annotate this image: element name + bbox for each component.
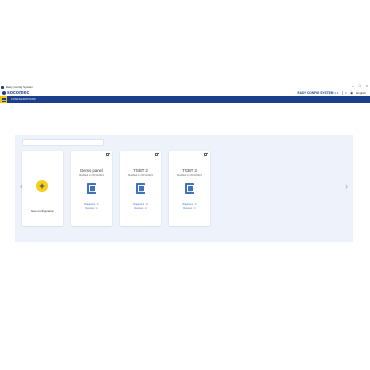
socomec-logo-icon xyxy=(2,91,6,95)
hamburger-icon[interactable] xyxy=(0,96,7,103)
nav-bar: CONFIGURATIONS xyxy=(0,96,370,103)
document-icon xyxy=(87,183,96,194)
trash-icon[interactable] xyxy=(154,152,159,157)
new-configuration-card[interactable]: + New Configuration xyxy=(22,151,63,226)
configuration-date: Modified on 05/11/2021 xyxy=(177,174,202,177)
product-name: EASY CONFIG SYSTEM xyxy=(297,91,334,95)
configuration-name: Demo panel xyxy=(80,168,103,173)
configuration-card[interactable]: Demo panel Modified on 05/11/2021 Diagra… xyxy=(71,151,112,226)
app-window: Easy Config System – □ × socomec EASY CO… xyxy=(0,84,370,286)
search-input[interactable] xyxy=(22,139,104,146)
configuration-date: Modified on 05/11/2021 xyxy=(79,174,104,177)
trash-icon[interactable] xyxy=(105,152,110,157)
chevron-right-icon[interactable]: › xyxy=(345,182,348,191)
configurations-panel: ‹ › + New Configuration Demo panel Modif… xyxy=(15,135,353,242)
minimize-icon[interactable]: – xyxy=(352,84,354,89)
configuration-date: Modified on 05/11/2021 xyxy=(128,174,153,177)
window-controls: – □ × xyxy=(352,84,368,89)
globe-icon[interactable]: ◉ xyxy=(350,91,353,96)
configuration-name: TGBT 2 xyxy=(133,168,148,173)
configuration-card[interactable]: TGBT 3 Modified on 05/11/2021 Diagrams :… xyxy=(169,151,210,226)
configuration-card[interactable]: TGBT 2 Modified on 05/11/2021 Diagrams :… xyxy=(120,151,161,226)
add-icon[interactable]: + xyxy=(36,180,48,192)
nav-title: CONFIGURATIONS xyxy=(11,98,36,101)
language-selector[interactable]: English xyxy=(356,91,366,95)
devices-count: Devices : 1 xyxy=(85,206,98,210)
document-icon xyxy=(136,183,145,194)
new-configuration-label: New Configuration xyxy=(30,209,54,213)
devices-count: Devices : 2 xyxy=(134,206,147,210)
app-icon xyxy=(1,85,4,89)
close-icon[interactable]: × xyxy=(366,84,368,89)
window-title: Easy Config System xyxy=(6,85,34,89)
home-icon[interactable]: ⌂ xyxy=(345,91,347,96)
product-version: 1.1 xyxy=(334,91,339,95)
devices-count: Devices : 1 xyxy=(183,206,196,210)
maximize-icon[interactable]: □ xyxy=(359,84,361,89)
document-icon xyxy=(185,183,194,194)
trash-icon[interactable] xyxy=(203,152,208,157)
configuration-name: TGBT 3 xyxy=(182,168,197,173)
